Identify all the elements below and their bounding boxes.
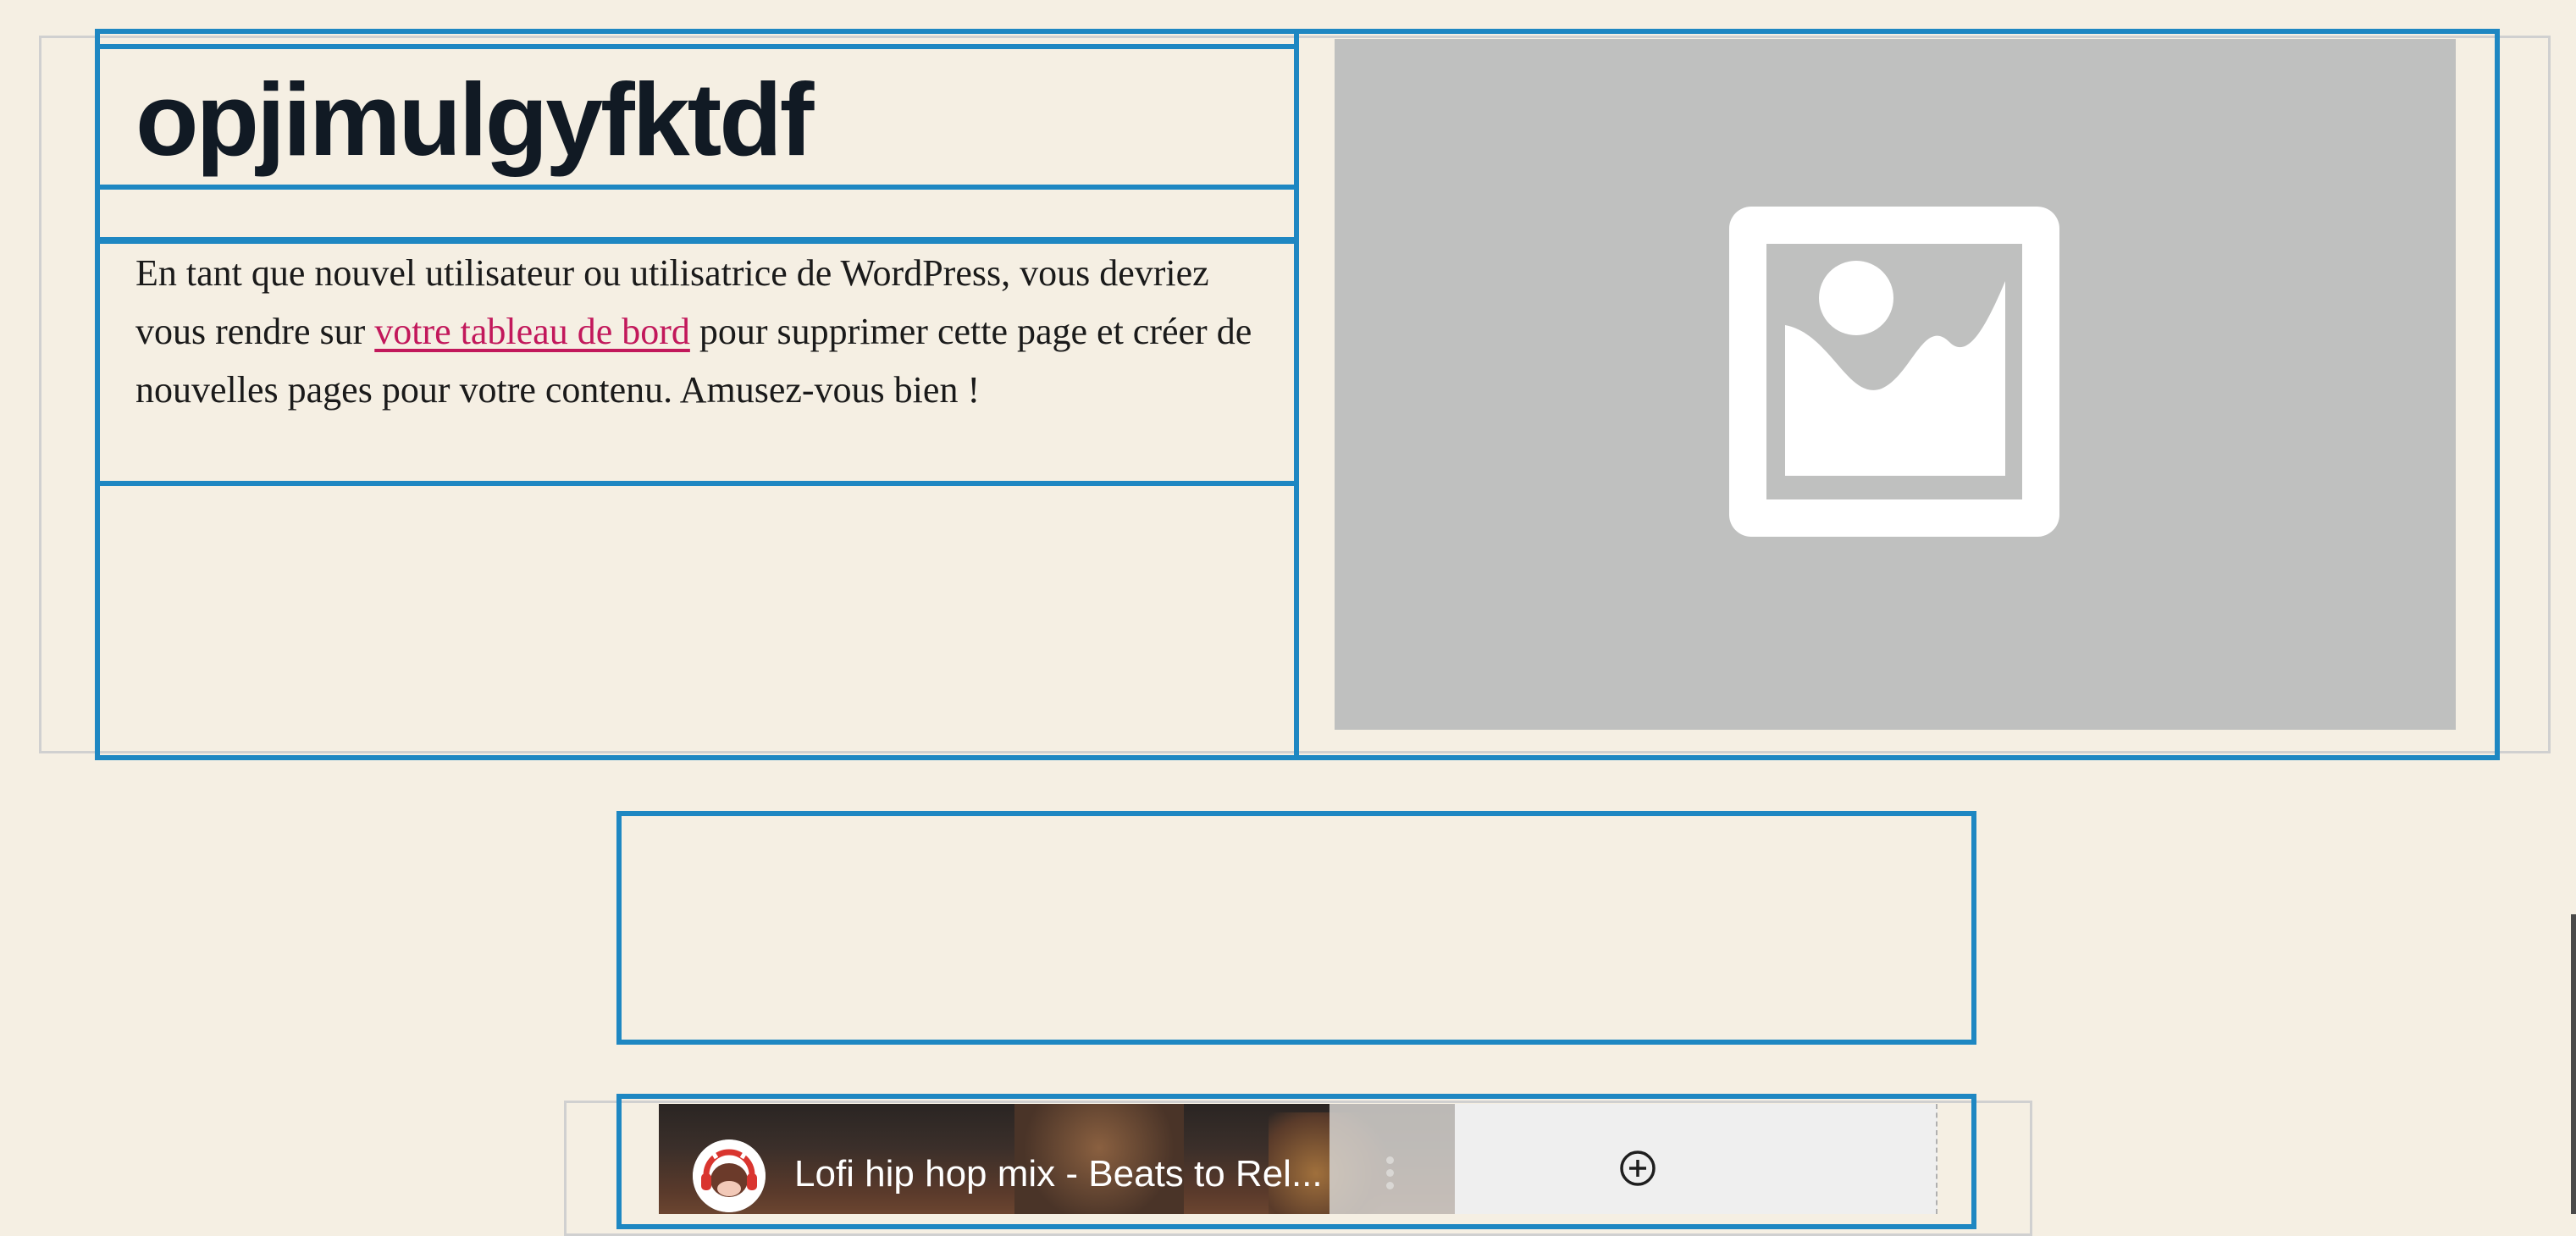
spacer-block[interactable]	[95, 185, 1299, 242]
embed-side-strip	[1329, 1104, 1455, 1214]
paragraph-text[interactable]: En tant que nouvel utilisateur ou utilis…	[135, 244, 1262, 419]
video-title[interactable]: Lofi hip hop mix - Beats to Rel...	[794, 1153, 1323, 1195]
empty-block[interactable]	[616, 811, 1976, 1045]
image-placeholder-icon	[1729, 207, 2059, 537]
page-heading[interactable]: opjimulgyfktdf	[135, 68, 814, 171]
add-block-area[interactable]	[1455, 1104, 1938, 1214]
channel-avatar[interactable]	[693, 1139, 766, 1212]
dashboard-link[interactable]: votre tableau de bord	[374, 311, 690, 352]
cow-headphones-avatar-icon	[693, 1139, 766, 1212]
scrollbar-edge[interactable]	[2571, 914, 2576, 1214]
dashed-edge	[1936, 1104, 1938, 1214]
image-placeholder[interactable]	[1335, 39, 2456, 730]
plus-circle-icon[interactable]	[1617, 1148, 1658, 1189]
